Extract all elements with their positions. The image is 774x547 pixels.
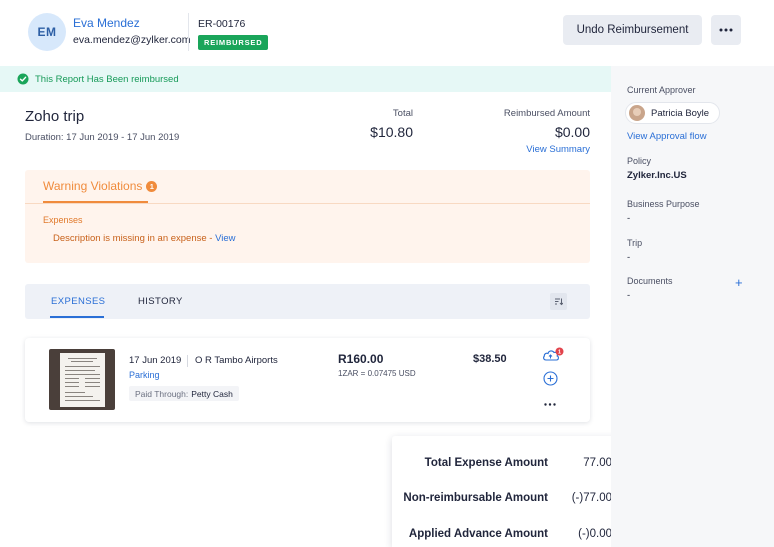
current-approver-label: Current Approver [627,85,696,95]
expense-more-button[interactable] [544,395,556,409]
more-options-button[interactable] [711,15,741,45]
warning-message-text: Description is missing in an expense - [53,233,216,244]
paid-through-label: Paid Through: [135,388,189,399]
expense-merchant: O R Tambo Airports [195,355,278,366]
summary-value: (-)0.00 [578,528,612,540]
undo-reimbursement-button[interactable]: Undo Reimbursement [563,15,702,45]
business-purpose-value: - [627,213,631,224]
status-badge: REIMBURSED [198,35,269,50]
expense-amount: $38.50 [473,353,507,365]
check-circle-icon [17,73,29,85]
summary-label: Total Expense Amount [424,457,548,469]
report-header: EM Eva Mendez eva.mendez@zylker.com ER-0… [0,0,774,66]
paid-through-tag: Paid Through: Petty Cash [129,386,239,401]
reimbursed-amount-label: Reimbursed Amount [503,108,590,119]
report-id: ER-00176 [198,18,246,30]
active-tab-underline [50,316,104,318]
report-duration: Duration: 17 Jun 2019 - 17 Jun 2019 [25,132,180,143]
business-purpose-label: Business Purpose [627,199,700,209]
paid-through-value: Petty Cash [191,388,233,399]
trip-label: Trip [627,238,643,248]
warning-violations-title: Warning Violations [43,179,143,193]
amount-summary: Total Expense Amount 77.00 Non-reimbursa… [392,436,625,547]
expense-tabs: EXPENSES HISTORY [25,284,590,319]
add-expense-button[interactable] [543,371,558,389]
approver-name: Patricia Boyle [651,107,710,119]
attachment-button[interactable]: 1 [542,347,564,366]
warning-message: Description is missing in an expense - V… [53,233,236,244]
summary-row: Applied Advance Amount (-)0.00 [392,528,625,547]
report-details-sidebar: Current Approver Patricia Boyle View App… [611,66,774,547]
policy-label: Policy [627,156,652,166]
attachment-count-badge: 1 [558,350,561,356]
banner-text: This Report Has Been reimbursed [35,73,179,85]
add-document-button[interactable]: + [735,275,743,290]
warning-violations-tab[interactable]: Warning Violations 1 [43,179,158,193]
receipt-thumbnail[interactable] [49,349,115,410]
expense-row[interactable]: 17 Jun 2019 O R Tambo Airports Parking P… [25,338,590,422]
user-email: eva.mendez@zylker.com [73,34,191,46]
receipt-image [60,353,105,407]
avatar: EM [28,13,66,51]
summary-row: Non-reimbursable Amount (-)77.00 [392,492,625,512]
tab-expenses[interactable]: EXPENSES [51,296,105,307]
expense-divider [187,355,188,367]
more-horizontal-icon [544,403,556,406]
summary-value: 77.00 [583,457,612,469]
trip-value: - [627,252,631,263]
warning-divider [25,203,590,204]
view-approval-flow-link[interactable]: View Approval flow [627,131,707,142]
total-label: Total [392,108,413,119]
approver-chip[interactable]: Patricia Boyle [625,102,721,124]
summary-value: (-)77.00 [571,492,612,504]
view-summary-link[interactable]: View Summary [500,144,590,155]
warning-count-badge: 1 [146,180,158,192]
expense-date: 17 Jun 2019 [129,355,182,366]
sort-button[interactable] [550,293,567,310]
user-name[interactable]: Eva Mendez [73,16,140,30]
reimbursed-amount-value: $0.00 [554,124,590,140]
warning-section-label: Expenses [43,215,83,225]
documents-value: - [627,290,631,301]
summary-label: Applied Advance Amount [408,528,548,540]
tab-history[interactable]: HISTORY [138,296,183,307]
reimbursed-banner: This Report Has Been reimbursed [0,66,611,92]
documents-label: Documents [627,276,673,286]
summary-label: Non-reimbursable Amount [403,492,548,504]
policy-value: Zylker.Inc.US [627,170,687,181]
more-horizontal-icon [719,28,733,32]
approver-avatar [629,105,645,121]
sort-icon [555,298,563,306]
header-divider [188,13,189,51]
plus-circle-icon [543,371,558,386]
summary-row: Total Expense Amount 77.00 [392,457,625,477]
warning-violations-panel: Warning Violations 1 Expenses Descriptio… [25,170,590,263]
expense-category[interactable]: Parking [129,370,160,380]
total-value: $10.80 [370,124,413,140]
exchange-rate: 1ZAR = 0.07475 USD [338,369,416,378]
warning-view-link[interactable]: View [215,233,235,244]
foreign-amount: R160.00 [338,352,384,366]
report-title: Zoho trip [25,108,85,125]
cloud-upload-icon: 1 [543,347,564,361]
